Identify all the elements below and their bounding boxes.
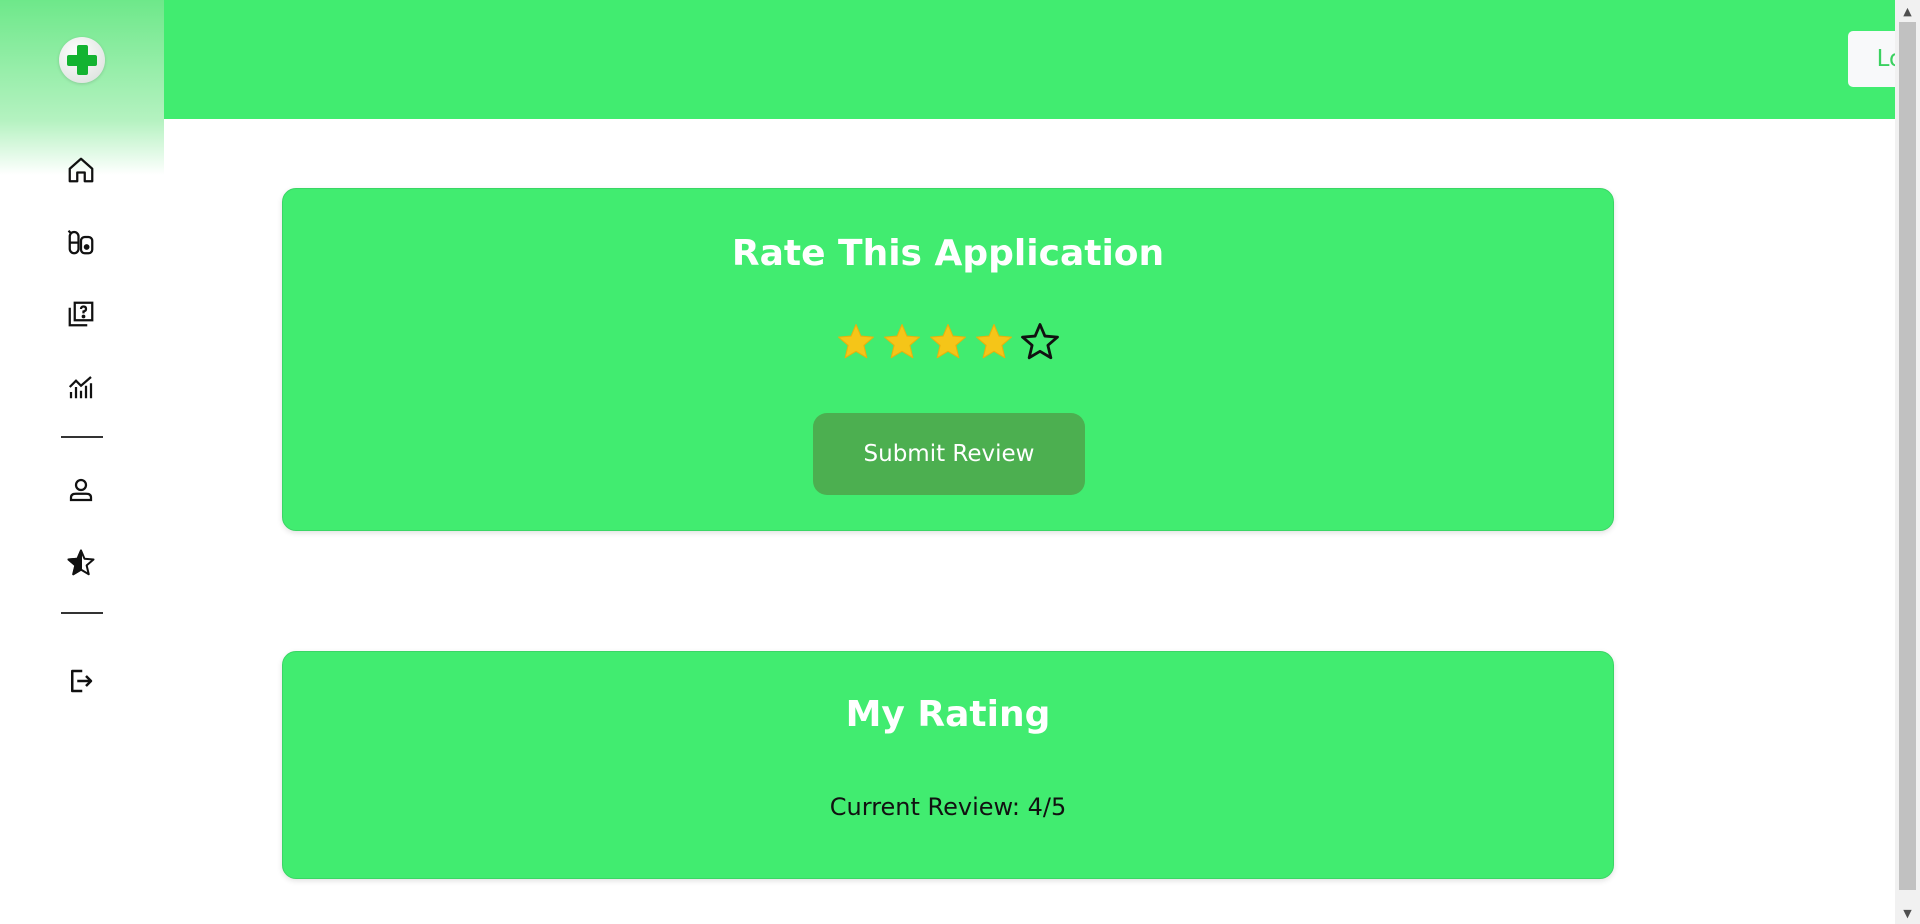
quiz-icon bbox=[68, 301, 94, 327]
submit-review-button[interactable]: Submit Review bbox=[813, 413, 1085, 495]
sidebar-item-profile[interactable] bbox=[64, 473, 98, 507]
star-filled-icon[interactable] bbox=[835, 321, 877, 363]
sidebar-divider bbox=[61, 612, 103, 614]
sidebar-item-medicine[interactable] bbox=[64, 225, 98, 259]
scroll-down-arrow-icon[interactable]: ▼ bbox=[1895, 902, 1920, 924]
my-rating-title: My Rating bbox=[845, 694, 1051, 735]
current-review-text: Current Review: 4/5 bbox=[829, 793, 1067, 821]
rate-application-card: Rate This Application Submit Review bbox=[282, 188, 1614, 531]
star-filled-icon[interactable] bbox=[927, 321, 969, 363]
star-filled-icon[interactable] bbox=[973, 321, 1015, 363]
rating-icon bbox=[67, 549, 95, 576]
scroll-up-arrow-icon[interactable]: ▲ bbox=[1895, 0, 1920, 22]
star-rating[interactable] bbox=[283, 321, 1613, 363]
sidebar-item-quiz[interactable] bbox=[64, 297, 98, 331]
scrollbar-thumb[interactable] bbox=[1899, 22, 1916, 890]
home-icon bbox=[68, 157, 94, 183]
profile-icon bbox=[69, 478, 93, 502]
analytics-icon bbox=[68, 376, 93, 399]
star-filled-icon[interactable] bbox=[881, 321, 923, 363]
medicine-icon bbox=[67, 229, 94, 255]
sidebar-item-rating[interactable] bbox=[64, 546, 98, 580]
sidebar-divider bbox=[61, 436, 103, 438]
logout-icon bbox=[71, 669, 93, 693]
top-bar: Logout bbox=[164, 0, 1920, 119]
star-empty-icon[interactable] bbox=[1019, 321, 1061, 363]
sidebar-item-home[interactable] bbox=[64, 153, 98, 187]
my-rating-card: My Rating Current Review: 4/5 bbox=[282, 651, 1614, 879]
scrollbar[interactable]: ▲ ▼ bbox=[1895, 0, 1920, 924]
sidebar-item-logout[interactable] bbox=[64, 664, 98, 698]
sidebar-item-analytics[interactable] bbox=[64, 370, 98, 404]
sidebar bbox=[0, 0, 164, 924]
rate-card-title: Rate This Application bbox=[731, 233, 1165, 274]
app-logo[interactable] bbox=[59, 37, 105, 83]
